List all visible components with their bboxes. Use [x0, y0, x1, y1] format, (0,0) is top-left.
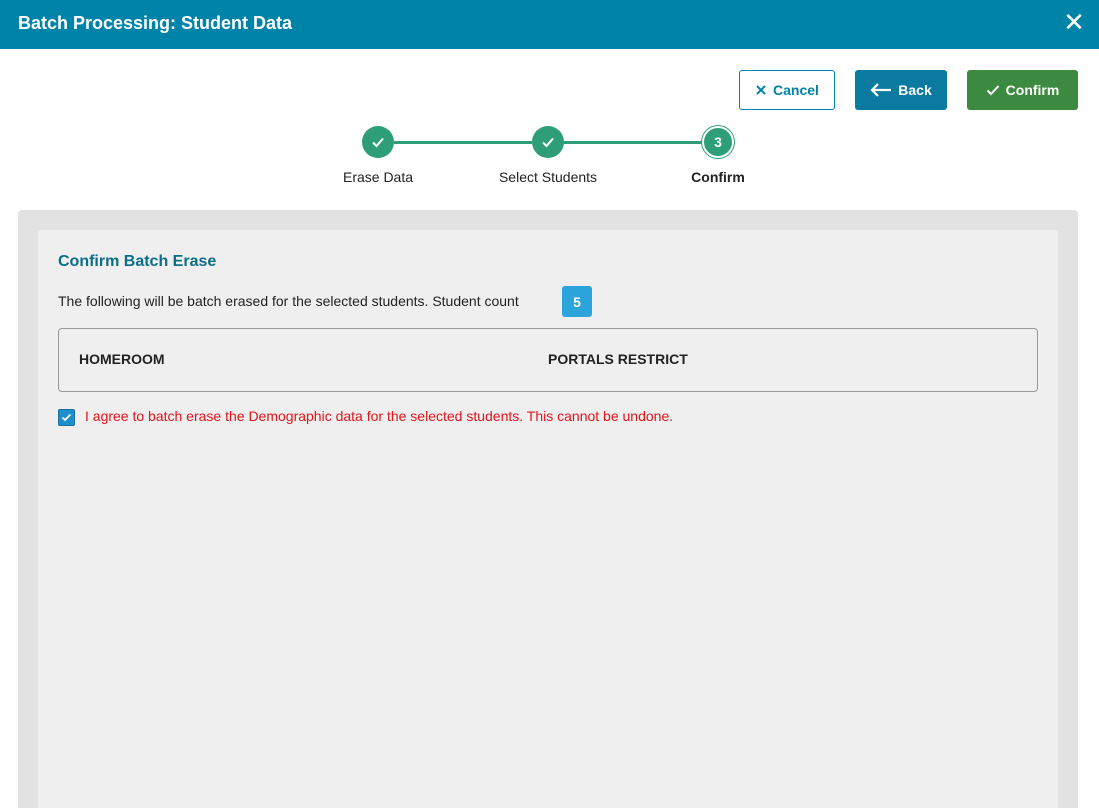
dialog-header: Batch Processing: Student Data ✕ [0, 0, 1099, 49]
arrow-left-icon [870, 83, 892, 97]
agree-label: I agree to batch erase the Demographic d… [85, 408, 674, 424]
confirm-button[interactable]: Confirm [967, 70, 1078, 110]
step-1-complete [362, 126, 394, 158]
confirm-card [38, 230, 1058, 808]
step-label-erase-data: Erase Data [342, 169, 414, 185]
step-label-confirm: Confirm [691, 169, 745, 185]
dialog-title: Batch Processing: Student Data [18, 13, 293, 33]
check-icon [372, 137, 384, 148]
check-icon [61, 413, 72, 422]
close-icon[interactable]: ✕ [1061, 9, 1087, 35]
step-2-complete [532, 126, 564, 158]
step-connector [563, 141, 703, 144]
field-homeroom: HOMEROOM [79, 351, 165, 367]
cancel-label: Cancel [773, 82, 819, 98]
back-button[interactable]: Back [855, 70, 947, 110]
student-count-badge: 5 [562, 286, 592, 317]
step-label-select-students: Select Students [498, 169, 598, 185]
section-heading: Confirm Batch Erase [58, 253, 217, 270]
check-icon [542, 137, 554, 148]
description-text: The following will be batch erased for t… [58, 293, 519, 309]
confirm-label: Confirm [1005, 82, 1060, 98]
back-label: Back [898, 82, 932, 98]
step-3-current: 3 [702, 126, 734, 158]
check-icon [986, 85, 999, 96]
step-connector [394, 141, 532, 144]
agree-checkbox[interactable] [58, 409, 75, 426]
cancel-button[interactable]: Cancel [739, 70, 835, 110]
field-portals-restrict: PORTALS RESTRICT [548, 351, 688, 367]
close-icon [756, 85, 766, 95]
